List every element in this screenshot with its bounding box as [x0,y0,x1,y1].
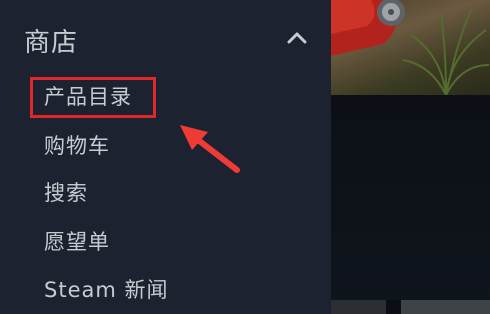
dark-panel [331,95,490,300]
store-sidebar: 商店 产品目录 购物车 搜索 愿望单 Steam 新闻 [0,0,331,314]
thumbnail[interactable] [401,300,490,314]
hero-image[interactable] [331,0,490,95]
chevron-up-icon[interactable] [284,28,310,48]
car-image-icon [331,0,405,56]
section-title: 商店 [24,28,79,58]
store-section-header[interactable]: 商店 [0,20,331,60]
menu-item-wishlist[interactable]: 愿望单 [44,227,110,257]
menu-item-search[interactable]: 搜索 [44,178,88,208]
plant-image-icon [402,9,490,95]
red-arrow-icon [180,125,240,173]
menu-item-cart[interactable]: 购物车 [44,131,110,161]
thumbnail[interactable] [331,300,386,314]
content-area [331,0,490,314]
highlight-box [30,77,156,118]
menu-item-steam-news[interactable]: Steam 新闻 [44,275,168,305]
